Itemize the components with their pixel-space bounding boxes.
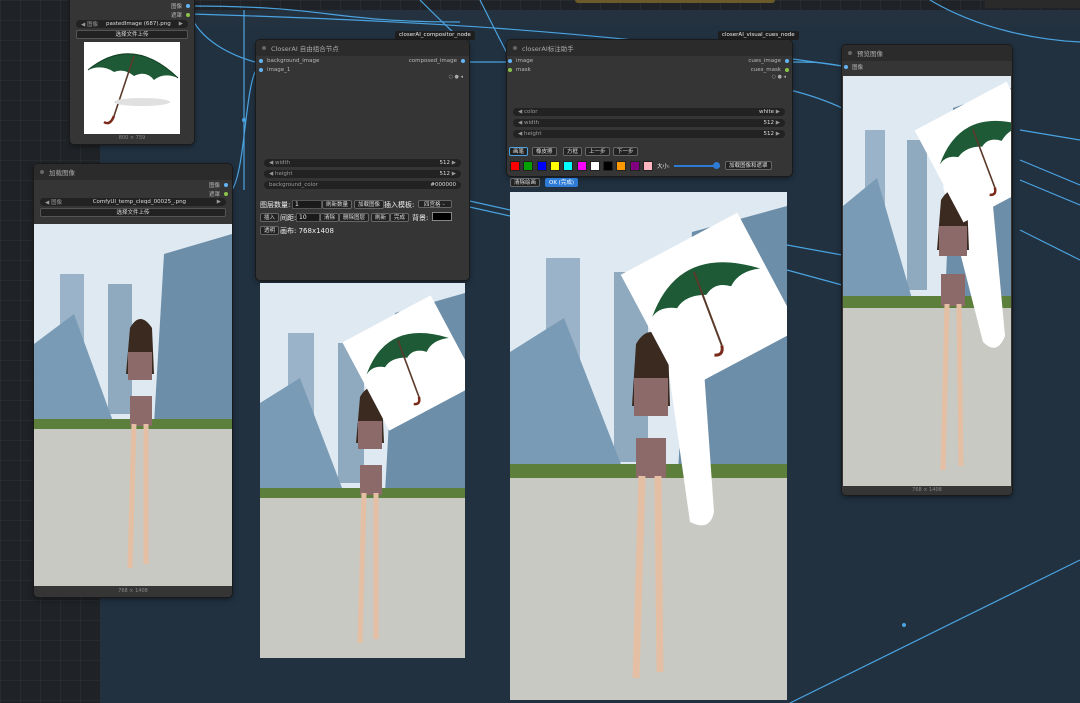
height-widget[interactable]: ◀ height 512 ▶ <box>513 130 785 138</box>
load-image-button[interactable]: 加载图像 <box>354 200 385 209</box>
clear-drawing-button[interactable]: 清除绘画 <box>510 178 541 187</box>
wire-right-out-3 <box>1019 159 1080 186</box>
refresh-count-button[interactable]: 刷新数量 <box>322 200 353 209</box>
background-label: 背景: <box>412 214 429 222</box>
background-color-picker[interactable] <box>432 212 452 221</box>
output-cues-mask[interactable]: cues_mask <box>751 67 789 73</box>
input-image-1[interactable]: image_1 <box>259 67 290 73</box>
cues-canvas-preview[interactable] <box>510 192 787 700</box>
color-swatch[interactable] <box>603 161 614 171</box>
upload-button[interactable]: 选择文件上传 <box>40 208 226 217</box>
tool-eraser-button[interactable]: 橡皮擦 <box>532 147 557 156</box>
color-swatch[interactable] <box>563 161 574 171</box>
node-id-badge: closerAI_compositor_node <box>395 31 475 40</box>
node-state-icons[interactable]: ○ ● ◂ <box>772 74 786 80</box>
node-title[interactable]: 加载图像 <box>34 164 232 180</box>
gap-label: 间距: <box>280 214 297 222</box>
image-size-caption: 768 × 1408 <box>912 487 942 493</box>
wire-right-out-2 <box>1019 129 1080 141</box>
input-mask[interactable]: mask <box>508 67 531 73</box>
clear-button[interactable]: 清除 <box>320 213 340 222</box>
output-image[interactable]: 图像 <box>209 181 228 189</box>
color-swatch[interactable] <box>643 161 653 171</box>
image-size-caption: 800 × 759 <box>118 135 146 141</box>
file-select[interactable]: ◀ 图像 ComfyUI_temp_cleqd_00025_.png ▶ <box>40 198 226 206</box>
layer-count-input[interactable]: 1 <box>292 200 322 209</box>
output-composed-image[interactable]: composed_image <box>409 58 465 64</box>
refresh-button[interactable]: 刷新 <box>371 213 391 222</box>
wire-mid-1 <box>464 199 511 211</box>
node-state-icons[interactable]: ○ ● ◂ <box>449 74 463 80</box>
node-title[interactable]: 预览图像 <box>842 45 1012 61</box>
redo-button[interactable]: 下一步 <box>613 147 638 156</box>
undo-button[interactable]: 上一步 <box>585 147 610 156</box>
image-preview-photo <box>34 224 232 586</box>
wire-cues-down <box>789 89 843 109</box>
wire-image-b <box>189 13 256 63</box>
output-cues-image[interactable]: cues_image <box>748 58 789 64</box>
image-size-caption: 768 × 1408 <box>118 588 148 594</box>
wire-bottom-long <box>789 559 1080 703</box>
node-load-image-top[interactable]: 图像 遮罩 ◀ 图像 pastedImage (687).png ▶ 选择文件上传 … <box>70 0 194 144</box>
color-swatch[interactable] <box>510 161 520 171</box>
chevron-down-icon: ⌄ <box>441 201 446 207</box>
template-select[interactable]: 四宫格 ⌄ <box>418 200 452 208</box>
wire-right-out-4 <box>1019 179 1080 206</box>
compositor-canvas-preview[interactable] <box>260 283 465 658</box>
node-load-image-left[interactable]: 加载图像 图像 遮罩 ◀ 图像 ComfyUI_temp_cleqd_00025_… <box>34 164 232 597</box>
wire-mid-4 <box>786 269 843 286</box>
transparent-button[interactable]: 透明 <box>260 226 280 235</box>
node-id-badge: closerAI_visual_cues_node <box>718 31 799 40</box>
tool-brush-button[interactable]: 画笔 <box>509 147 529 156</box>
color-swatch[interactable] <box>616 161 627 171</box>
color-swatch[interactable] <box>523 161 534 171</box>
upload-button[interactable]: 选择文件上传 <box>76 30 188 39</box>
file-select[interactable]: ◀ 图像 pastedImage (687).png ▶ <box>76 20 188 28</box>
wire-right-out-5 <box>1019 229 1080 261</box>
input-background-image[interactable]: background_image <box>259 58 319 64</box>
umbrella-icon <box>87 53 179 125</box>
template-label: 插入模板: <box>384 201 415 209</box>
wire-mask-a <box>189 5 461 23</box>
delete-layer-button[interactable]: 删除图层 <box>339 213 370 222</box>
width-widget[interactable]: ◀ width 512 ▶ <box>513 119 785 127</box>
node-title[interactable]: CloserAI 自由组合节点 <box>256 40 469 56</box>
input-image[interactable]: 图像 <box>844 63 863 71</box>
gap-input[interactable]: 10 <box>296 213 320 222</box>
color-swatch[interactable] <box>589 161 600 171</box>
background-color-widget[interactable]: background_color #000000 <box>264 181 461 189</box>
load-image-mask-button[interactable]: 加载图像和遮罩 <box>725 161 772 170</box>
wire-right-out-1 <box>929 0 1080 43</box>
node-preview-image[interactable]: 预览图像 图像 768 × 1408 <box>842 45 1012 495</box>
image-preview-umbrella <box>84 42 180 134</box>
preview-image <box>843 76 1011 486</box>
wire-mid-3 <box>786 244 843 256</box>
color-swatch[interactable] <box>576 161 587 171</box>
color-widget[interactable]: ◀ color white ▶ <box>513 108 785 116</box>
output-mask[interactable]: 遮罩 <box>209 190 228 198</box>
canvas-size-label: 画布: 768x1408 <box>280 227 334 235</box>
output-mask[interactable]: 遮罩 <box>171 11 190 19</box>
layer-count-label: 图层数量: <box>260 201 291 209</box>
color-swatch[interactable] <box>536 161 547 171</box>
wire-mid-2 <box>464 205 511 217</box>
done-button[interactable]: 完成 <box>390 213 410 222</box>
color-swatch[interactable] <box>629 161 640 171</box>
width-widget[interactable]: ◀ width 512 ▶ <box>264 159 461 167</box>
size-slider-handle[interactable] <box>713 162 720 169</box>
node-title[interactable]: closerAI标注助手 <box>507 40 792 56</box>
input-image[interactable]: image <box>508 58 533 64</box>
color-swatch[interactable] <box>549 161 560 171</box>
output-image[interactable]: 图像 <box>171 2 190 10</box>
tool-rect-button[interactable]: 方框 <box>563 147 583 156</box>
insert-button[interactable]: 插入 <box>260 213 280 222</box>
height-widget[interactable]: ◀ height 512 ▶ <box>264 170 461 178</box>
ok-button[interactable]: OK (完成) <box>545 178 578 187</box>
size-label: 大小: <box>657 164 670 170</box>
node-compositor[interactable]: CloserAI 自由组合节点 background_image image_1… <box>256 40 469 280</box>
